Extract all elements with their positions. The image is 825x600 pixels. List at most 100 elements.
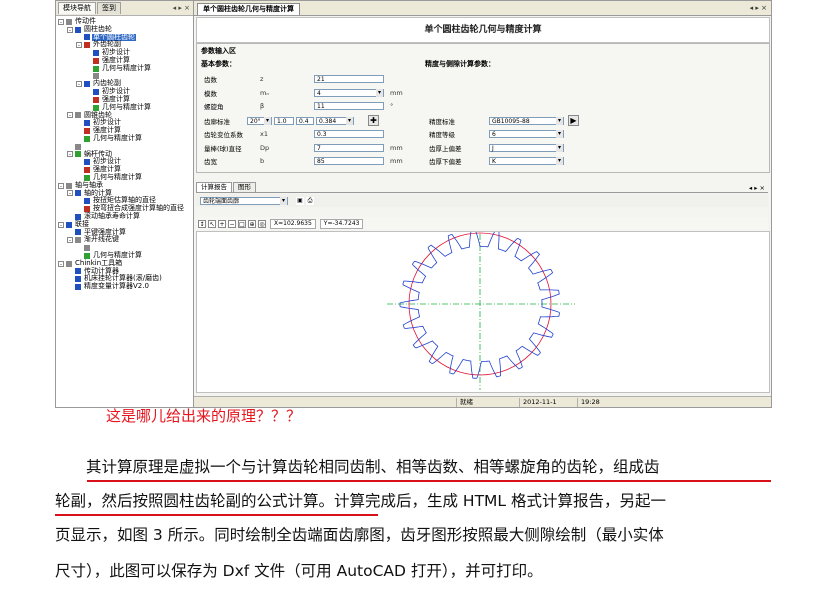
module-icon — [84, 34, 90, 41]
tree-item[interactable]: - 蜗杆传动 — [56, 150, 193, 159]
navigation-pane: 模块导航 签到 ◂ ▸ × - 传动件 - 圆柱齿轮 单个圆柱齿轮 - 外齿轮副 初步设计 强度… — [56, 1, 194, 407]
tree-item[interactable] — [56, 73, 193, 81]
select-icon[interactable]: ↖ — [208, 219, 216, 228]
module-icon — [66, 260, 72, 267]
tree-item[interactable]: 几何与精度计算 — [56, 133, 193, 143]
field-row-accuracy-grade: 精度等级 6 — [429, 129, 564, 139]
face-width-input[interactable]: 85 — [314, 156, 384, 165]
tree-item[interactable]: - 轴与轴承 — [56, 181, 193, 190]
coordinate-x: X=102.9635 — [270, 218, 316, 229]
tree-item-label: 精度变量计算器V2.0 — [84, 282, 149, 291]
field-label: 模数 — [204, 89, 217, 98]
tree-item[interactable]: 精度变量计算器V2.0 — [56, 282, 193, 291]
nav-tab-strip: 模块导航 签到 ◂ ▸ × — [56, 1, 193, 16]
field-symbol: β — [260, 101, 265, 110]
tree-item[interactable]: 几何与精度计算 — [56, 64, 193, 73]
field-row-shift: 齿轮变位系数 x1 0.3 — [204, 129, 384, 139]
tree-item[interactable]: 初步设计 — [56, 158, 193, 166]
view-select[interactable]: 齿轮端面齿廓 — [200, 196, 288, 205]
profile-root-select[interactable]: 0.384 — [316, 116, 354, 125]
field-row-accuracy-std: 精度标准 GB10095-88 ▶ — [429, 115, 579, 126]
tree-item[interactable]: 几何与精度计算 — [56, 103, 193, 112]
module-icon — [75, 229, 81, 236]
underline-2 — [55, 514, 378, 516]
tree-item[interactable]: - 圆锥齿轮 — [56, 111, 193, 120]
expand-icon[interactable]: - — [58, 18, 64, 25]
tree-item[interactable] — [56, 143, 193, 151]
tree-item[interactable]: - 渐开线花键 — [56, 236, 193, 244]
field-label: 量棒(球)直径 — [204, 144, 242, 153]
profile-angle-select[interactable]: 20° — [247, 116, 272, 125]
add-icon[interactable]: ✚ — [368, 115, 379, 126]
tree-item[interactable]: 平键强度计算 — [56, 228, 193, 237]
profile-shift-input[interactable]: 0.3 — [314, 129, 384, 138]
upper-deviation-select[interactable]: J — [489, 143, 564, 152]
module-icon — [75, 268, 81, 275]
field-row-upper-dev: 齿厚上偏差 J — [429, 143, 564, 153]
expand-icon[interactable]: - — [58, 221, 64, 228]
module-icon — [93, 65, 99, 72]
expand-icon[interactable]: - — [67, 237, 73, 244]
expand-icon[interactable]: - — [76, 81, 82, 88]
zoom-in-icon[interactable]: + — [218, 219, 226, 228]
field-symbol: z — [260, 74, 264, 83]
zoom-out-icon[interactable]: − — [228, 219, 236, 228]
profile-clearance-input[interactable]: 0.4 — [296, 116, 314, 125]
report-tab-controls[interactable]: ◂ ▸ × — [749, 184, 768, 192]
tab-gear-calc[interactable]: 单个圆柱齿轮几何与精度计算 — [197, 3, 300, 15]
module-icon — [93, 96, 99, 103]
lower-deviation-select[interactable]: K — [489, 156, 564, 165]
zoom-fit-icon[interactable]: □ — [238, 219, 246, 228]
expand-icon[interactable]: - — [67, 190, 73, 197]
gear-drawing-canvas[interactable] — [196, 229, 770, 393]
module-select[interactable]: 4 — [314, 88, 384, 97]
profile-addendum-input[interactable]: 1.0 — [274, 116, 294, 125]
module-icon — [93, 104, 99, 111]
document-tab-controls[interactable]: ◂ ▸ × — [750, 4, 771, 12]
field-unit: mm — [390, 143, 403, 152]
ball-diameter-input[interactable]: 7 — [314, 143, 384, 152]
field-label: 螺旋角 — [204, 102, 224, 111]
module-icon — [84, 120, 90, 127]
expand-icon[interactable]: - — [67, 151, 73, 158]
save-icon[interactable]: ▣ — [296, 196, 304, 205]
field-label: 齿轮变位系数 — [204, 130, 243, 139]
module-icon — [75, 283, 81, 290]
field-label: 齿数 — [204, 75, 217, 84]
tolerance-params-title: 精度与侧隙计算参数： — [425, 60, 495, 68]
field-row-module: 模数 mₙ 4 mm — [204, 88, 403, 98]
expand-icon[interactable]: - — [76, 42, 82, 49]
expand-icon[interactable]: - — [67, 26, 73, 33]
tab-graphics[interactable]: 图形 — [233, 182, 256, 192]
helix-angle-input[interactable]: 11 — [314, 101, 384, 110]
pan-icon[interactable]: ↕ — [198, 219, 206, 228]
expand-icon[interactable]: - — [58, 182, 64, 189]
module-icon — [84, 42, 90, 49]
tab-module-nav[interactable]: 模块导航 — [58, 2, 96, 14]
module-icon — [75, 26, 81, 33]
measure-icon[interactable]: ◎ — [258, 219, 266, 228]
forward-icon[interactable]: ▶ — [568, 115, 579, 126]
field-label: 齿厚下偏差 — [429, 157, 462, 166]
zoom-window-icon[interactable]: ⊕ — [248, 219, 256, 228]
print-icon[interactable]: ⎙ — [306, 196, 314, 205]
nav-pane-controls[interactable]: ◂ ▸ × — [173, 4, 193, 12]
teeth-input[interactable]: 21 — [314, 74, 384, 83]
panel-title: 单个圆柱齿轮几何与精度计算 — [196, 17, 770, 43]
tree-item[interactable]: - 传动件 — [56, 17, 193, 26]
tree-item-label: 几何与精度计算 — [93, 133, 142, 142]
expand-icon[interactable]: - — [67, 112, 73, 119]
accuracy-grade-select[interactable]: 6 — [489, 129, 564, 138]
expand-icon[interactable]: - — [58, 260, 64, 267]
tree-item[interactable]: 单个圆柱齿轮 — [56, 33, 193, 42]
module-icon — [93, 50, 99, 57]
field-label: 齿厚上偏差 — [429, 144, 462, 153]
field-label: 精度等级 — [429, 130, 455, 139]
tree-item[interactable]: 初步设计 — [56, 119, 193, 127]
field-label: 齿廓标准 — [204, 117, 230, 126]
tab-report[interactable]: 计算报告 — [196, 182, 232, 192]
tab-checkin[interactable]: 签到 — [97, 2, 121, 14]
accuracy-standard-select[interactable]: GB10095-88 — [489, 116, 564, 125]
tree-item[interactable]: - Chinkin工具箱 — [56, 259, 193, 268]
module-icon — [84, 245, 90, 251]
